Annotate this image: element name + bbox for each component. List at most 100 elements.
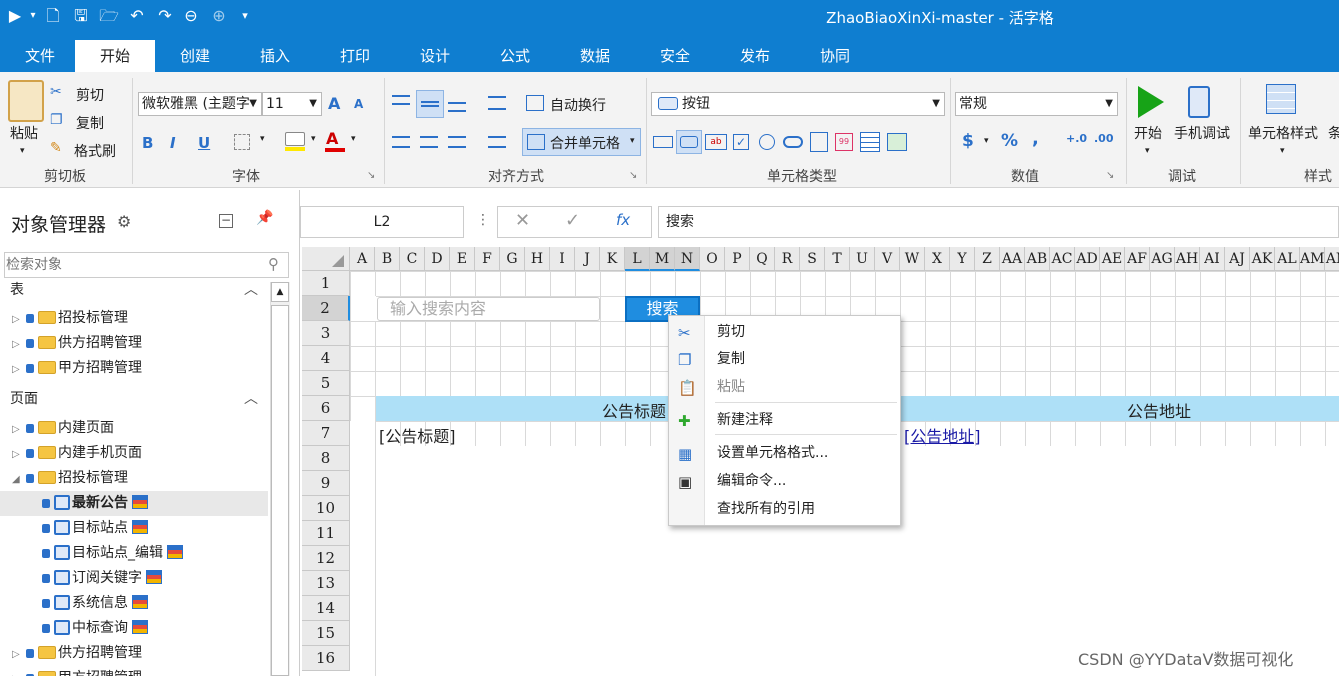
page-item[interactable]: 中标查询: [0, 616, 268, 641]
expand-arrow-icon[interactable]: ▷: [12, 332, 26, 357]
tab-7[interactable]: 数据: [555, 40, 635, 72]
grow-font-button[interactable]: A: [328, 94, 340, 113]
scroll-up-icon[interactable]: ▲: [271, 282, 289, 302]
column-header[interactable]: H: [525, 247, 550, 271]
column-header[interactable]: R: [775, 247, 800, 271]
cell-type-select[interactable]: 按钮 ▼: [651, 92, 945, 116]
font-color-button[interactable]: A: [326, 129, 338, 148]
number-launcher-icon[interactable]: ↘: [1106, 170, 1114, 181]
column-header[interactable]: AH: [1175, 247, 1200, 271]
row-header[interactable]: 5: [302, 371, 350, 396]
font-launcher-icon[interactable]: ↘: [367, 170, 375, 181]
column-header[interactable]: AF: [1125, 247, 1150, 271]
page-item[interactable]: 系统信息: [0, 591, 268, 616]
search-textbox[interactable]: 输入搜索内容: [377, 297, 600, 321]
column-header[interactable]: W: [900, 247, 925, 271]
scroll-thumb[interactable]: [271, 305, 289, 676]
url-link-cell[interactable]: [公告地址]: [904, 423, 981, 447]
expand-arrow-icon[interactable]: ▷: [12, 307, 26, 332]
column-header[interactable]: P: [725, 247, 750, 271]
tab-2[interactable]: 创建: [155, 40, 235, 72]
tab-1[interactable]: 开始: [75, 40, 155, 72]
save-icon[interactable]: 🖫: [70, 5, 92, 27]
column-header[interactable]: AM: [1300, 247, 1325, 271]
column-header[interactable]: U: [850, 247, 875, 271]
pin-icon[interactable]: 📌: [256, 210, 273, 226]
row-header[interactable]: 4: [302, 346, 350, 371]
column-header[interactable]: AN: [1325, 247, 1339, 271]
column-header[interactable]: AL: [1275, 247, 1300, 271]
cell-style-button[interactable]: 单元格样式: [1248, 123, 1318, 143]
page-folder-item[interactable]: ▷ 内建页面: [0, 416, 268, 441]
align-top-icon[interactable]: [392, 95, 410, 105]
open-folder-icon[interactable]: 🗁: [98, 5, 120, 27]
currency-button[interactable]: $: [962, 131, 974, 151]
label-type-icon[interactable]: ab: [705, 134, 727, 150]
column-header[interactable]: N: [675, 247, 700, 271]
column-header[interactable]: V: [875, 247, 900, 271]
page-item[interactable]: 最新公告: [0, 491, 268, 516]
column-header[interactable]: AE: [1100, 247, 1125, 271]
blank-cell[interactable]: [351, 296, 376, 321]
paste-dropdown-icon[interactable]: ▾: [20, 146, 25, 156]
tab-6[interactable]: 公式: [475, 40, 555, 72]
cut-button[interactable]: 剪切: [76, 85, 104, 105]
decrease-decimal-icon[interactable]: .00: [1094, 132, 1114, 145]
forward-icon[interactable]: ⊕: [208, 5, 230, 27]
tab-0[interactable]: 文件: [0, 40, 80, 72]
mobile-debug-button[interactable]: 手机调试: [1174, 123, 1230, 143]
column-header[interactable]: AB: [1025, 247, 1050, 271]
expand-arrow-icon[interactable]: ▷: [12, 442, 26, 467]
increase-decimal-icon[interactable]: +.0: [1066, 132, 1087, 145]
page-folder-item[interactable]: ◢ 招投标管理: [0, 466, 268, 491]
tab-9[interactable]: 发布: [715, 40, 795, 72]
expand-arrow-icon[interactable]: ▷: [12, 417, 26, 442]
tab-3[interactable]: 插入: [235, 40, 315, 72]
align-right-icon[interactable]: [448, 136, 466, 148]
column-header[interactable]: AJ: [1225, 247, 1250, 271]
page-item[interactable]: 目标站点_编辑: [0, 541, 268, 566]
context-menu-item[interactable]: 📋 粘贴: [669, 374, 900, 401]
row-header[interactable]: 11: [302, 521, 350, 546]
more-icon[interactable]: ⋮: [476, 212, 490, 228]
redo-icon[interactable]: ↷: [154, 5, 176, 27]
percent-button[interactable]: %: [1001, 131, 1018, 151]
fill-color-icon[interactable]: [285, 132, 305, 146]
column-header[interactable]: AC: [1050, 247, 1075, 271]
row-header[interactable]: 12: [302, 546, 350, 571]
context-menu-item[interactable]: ❐ 复制: [669, 346, 900, 373]
column-header[interactable]: C: [400, 247, 425, 271]
title-cell[interactable]: [公告标题]: [379, 423, 456, 447]
column-header[interactable]: AD: [1075, 247, 1100, 271]
row-header[interactable]: 2: [302, 296, 350, 321]
back-icon[interactable]: ⊖: [180, 5, 202, 27]
chevron-up-icon[interactable]: ︿: [244, 387, 258, 412]
border-dropdown-icon[interactable]: ▾: [260, 134, 265, 144]
font-size-select[interactable]: 11 ▼: [262, 92, 322, 116]
column-header[interactable]: S: [800, 247, 825, 271]
column-header[interactable]: Y: [950, 247, 975, 271]
column-header[interactable]: D: [425, 247, 450, 271]
row-header[interactable]: 13: [302, 571, 350, 596]
format-painter-button[interactable]: 格式刷: [74, 141, 116, 161]
column-header[interactable]: AA: [1000, 247, 1025, 271]
column-header[interactable]: X: [925, 247, 950, 271]
textbox-type-icon[interactable]: [653, 136, 673, 148]
column-header[interactable]: E: [450, 247, 475, 271]
row-header[interactable]: 15: [302, 621, 350, 646]
expand-arrow-icon[interactable]: ▷: [12, 642, 26, 667]
row-header[interactable]: 1: [302, 271, 350, 296]
undo-icon[interactable]: ↶: [126, 5, 148, 27]
outdent-icon[interactable]: [488, 136, 506, 148]
tables-section-header[interactable]: 表 ︿: [0, 278, 268, 303]
cell-style-dropdown-icon[interactable]: ▾: [1280, 146, 1285, 156]
table-item[interactable]: ▷ 招投标管理: [0, 306, 268, 331]
start-dropdown-icon[interactable]: ▾: [1145, 146, 1150, 156]
grid-type-icon[interactable]: [860, 132, 880, 152]
column-header[interactable]: AI: [1200, 247, 1225, 271]
chevron-up-icon[interactable]: ︿: [244, 278, 258, 303]
table-item[interactable]: ▷ 甲方招聘管理: [0, 356, 268, 381]
row-header[interactable]: 3: [302, 321, 350, 346]
table-item[interactable]: ▷ 供方招聘管理: [0, 331, 268, 356]
indent-icon[interactable]: [488, 96, 506, 110]
